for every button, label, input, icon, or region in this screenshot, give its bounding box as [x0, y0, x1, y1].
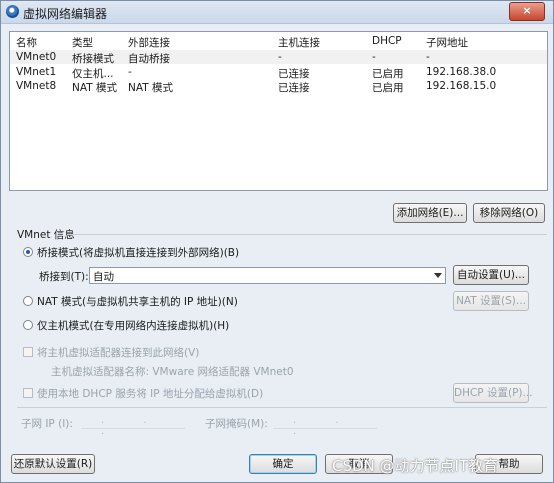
network-list[interactable]: 名称 类型 外部连接 主机连接 DHCP 子网地址 VMnet0 桥接模式 自动… [9, 31, 548, 191]
bridge-to-select[interactable]: 自动 [89, 267, 446, 284]
subnet-ip-input[interactable]: . . . [81, 415, 185, 437]
host-adapter-name: 主机虚拟适配器名称: VMware 网络适配器 VMnet0 [51, 366, 294, 378]
column-header-type[interactable]: 类型 [72, 35, 93, 50]
title-bar: 虚拟网络编辑器 × [1, 1, 553, 24]
column-header-external[interactable]: 外部连接 [128, 35, 170, 50]
subnet-mask-label: 子网掩码(M): [205, 418, 268, 430]
list-header: 名称 类型 外部连接 主机连接 DHCP 子网地址 [10, 34, 547, 50]
virtual-network-editor-window: 虚拟网络编辑器 × 名称 类型 外部连接 主机连接 DHCP 子网地址 VMne… [0, 0, 554, 483]
cell-host: - [278, 51, 282, 63]
chevron-down-icon [434, 273, 442, 278]
column-header-subnet[interactable]: 子网地址 [426, 35, 468, 50]
local-dhcp-checkbox[interactable] [23, 388, 33, 398]
cell-host: 已连接 [278, 82, 310, 94]
add-network-button[interactable]: 添加网络(E)... [393, 203, 467, 223]
bridge-mode-radio[interactable] [23, 247, 33, 257]
vmnet-info-group-title: VMnet 信息 [17, 229, 75, 241]
bridge-to-value: 自动 [93, 271, 114, 283]
connect-host-adapter-label[interactable]: 将主机虚拟适配器连接到此网络(V) [37, 345, 199, 360]
cell-external: 自动桥接 [128, 53, 170, 65]
cell-name: VMnet1 [16, 66, 57, 78]
local-dhcp-label[interactable]: 使用本地 DHCP 服务将 IP 地址分配给虚拟机(D) [37, 386, 263, 401]
restore-defaults-button[interactable]: 还原默认设置(R) [11, 454, 95, 474]
cell-type: 桥接模式 [72, 53, 114, 65]
ok-button[interactable]: 确定 [249, 454, 317, 474]
window-title: 虚拟网络编辑器 [23, 7, 108, 21]
subnet-ip-label: 子网 IP (I): [21, 418, 73, 430]
column-header-dhcp[interactable]: DHCP [372, 35, 402, 47]
cell-external: - [128, 66, 132, 78]
column-header-name[interactable]: 名称 [16, 35, 37, 50]
cell-dhcp: 已启用 [372, 82, 404, 94]
cell-external: NAT 模式 [128, 82, 173, 94]
cell-subnet: 192.168.15.0 [426, 80, 497, 92]
csdn-watermark: CSDN @动力节点IT教育 [332, 457, 499, 475]
cell-subnet: - [426, 51, 430, 63]
list-row-vmnet0[interactable]: VMnet0 桥接模式 自动桥接 - - - [10, 50, 547, 65]
auto-settings-button[interactable]: 自动设置(U)... [453, 265, 529, 285]
subnet-mask-input[interactable]: . . . [273, 415, 377, 437]
host-only-label[interactable]: 仅主机模式(在专用网络内连接虚拟机)(H) [37, 318, 229, 333]
dhcp-settings-button[interactable]: DHCP 设置(P)... [453, 383, 533, 403]
cell-dhcp: - [372, 51, 376, 63]
column-header-host[interactable]: 主机连接 [278, 35, 320, 50]
nat-settings-button[interactable]: NAT 设置(S)... [453, 291, 529, 311]
group-bottom-divider [17, 407, 547, 408]
list-row-vmnet8[interactable]: VMnet8 NAT 模式 NAT 模式 已连接 已启用 192.168.15.… [10, 79, 547, 94]
cell-name: VMnet8 [16, 80, 57, 92]
nat-mode-radio[interactable] [23, 296, 33, 306]
cell-type: NAT 模式 [72, 82, 117, 94]
network-globe-icon [6, 5, 19, 18]
bridge-to-label: 桥接到(T): [39, 271, 89, 283]
nat-mode-label[interactable]: NAT 模式(与虚拟机共享主机的 IP 地址)(N) [37, 294, 238, 309]
list-row-vmnet1[interactable]: VMnet1 仅主机... - 已连接 已启用 192.168.38.0 [10, 65, 547, 80]
cell-name: VMnet0 [16, 51, 57, 63]
close-button[interactable]: × [509, 2, 545, 21]
host-only-radio[interactable] [23, 320, 33, 330]
remove-network-button[interactable]: 移除网络(O) [473, 203, 545, 223]
connect-host-adapter-checkbox[interactable] [23, 347, 33, 357]
cell-subnet: 192.168.38.0 [426, 66, 497, 78]
bridge-mode-label[interactable]: 桥接模式(将虚拟机直接连接到外部网络)(B) [37, 245, 239, 260]
group-divider [71, 234, 547, 235]
